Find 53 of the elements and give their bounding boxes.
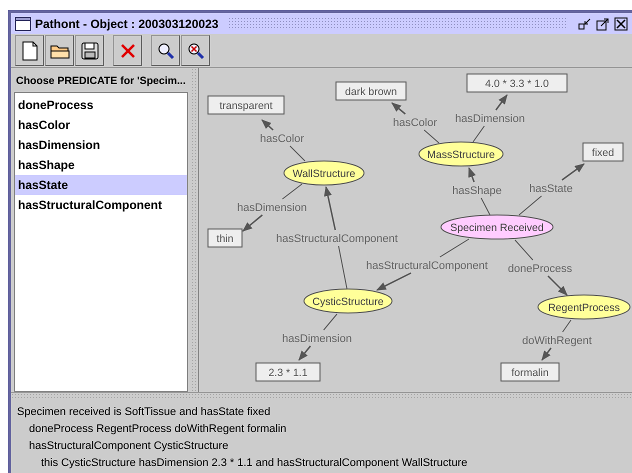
- predicate-item[interactable]: hasDimension: [15, 135, 187, 155]
- folder-icon: [50, 42, 70, 58]
- value-box[interactable]: 2.3 * 1.1: [256, 362, 320, 382]
- open-button[interactable]: [45, 35, 74, 66]
- value-box[interactable]: fixed: [582, 142, 624, 162]
- predicate-item[interactable]: hasShape: [15, 155, 187, 175]
- arrow: [261, 119, 306, 162]
- edge-label: hasStructuralComponent: [366, 260, 488, 272]
- edge-label: hasDimension: [455, 113, 525, 125]
- edge-label: hasDimension: [237, 202, 307, 214]
- delete-button[interactable]: [113, 35, 142, 66]
- edge-label: hasColor: [392, 117, 438, 129]
- window-title: Pathont - Object : 200303120023: [35, 16, 218, 30]
- class-node[interactable]: MassStructure: [418, 142, 504, 166]
- zoom-reset-button[interactable]: [181, 35, 210, 66]
- window-icon: [15, 16, 31, 30]
- new-button[interactable]: [15, 35, 44, 66]
- cross-icon: [120, 42, 136, 58]
- magnifier-cross-icon: [186, 42, 204, 60]
- panel-heading: Choose PREDICATE for 'Specim...: [15, 74, 187, 89]
- edge-label: doWithRegent: [522, 335, 592, 347]
- description-line: this CysticStructure hasDimension 2.3 * 1.1 and hasStructuralComponent WallStructure: [41, 457, 468, 469]
- minimize-icon[interactable]: [578, 16, 592, 30]
- edge-label: hasState: [529, 183, 573, 195]
- edge-label: hasStructuralComponent: [276, 233, 398, 245]
- predicate-item[interactable]: hasColor: [15, 115, 187, 135]
- edge-label: hasDimension: [282, 333, 352, 345]
- value-box[interactable]: dark brown: [336, 82, 406, 100]
- description-line: Specimen received is SoftTissue and hasState fixed: [17, 406, 270, 418]
- arrow: [391, 102, 440, 144]
- magnifier-icon: [156, 42, 174, 60]
- class-node[interactable]: RegentProcess: [538, 294, 630, 320]
- predicate-item[interactable]: hasStructuralComponent: [15, 195, 187, 215]
- description-line: hasStructuralComponent CysticStructure: [29, 440, 228, 452]
- edge-label: doneProcess: [508, 263, 572, 275]
- value-box[interactable]: formalin: [500, 362, 560, 382]
- predicate-item[interactable]: doneProcess: [15, 95, 187, 115]
- zoom-button[interactable]: [151, 35, 180, 66]
- maximize-icon[interactable]: [596, 16, 610, 30]
- edge-label: hasShape: [452, 185, 502, 197]
- save-button[interactable]: [75, 35, 104, 66]
- value-box[interactable]: thin: [208, 228, 242, 248]
- focus-node[interactable]: Specimen Received: [440, 214, 554, 240]
- arrow: [518, 163, 585, 216]
- predicate-item[interactable]: hasState: [15, 175, 187, 195]
- close-icon[interactable]: [614, 16, 628, 30]
- edge-label: hasColor: [260, 133, 304, 145]
- class-node[interactable]: WallStructure: [284, 160, 364, 186]
- value-box[interactable]: 4.0 * 3.3 * 1.0: [466, 74, 568, 92]
- value-box[interactable]: transparent: [208, 96, 284, 114]
- class-node[interactable]: CysticStructure: [304, 288, 392, 314]
- document-icon: [22, 40, 38, 60]
- description-line: doneProcess RegentProcess doWithRegent formalin: [29, 423, 286, 435]
